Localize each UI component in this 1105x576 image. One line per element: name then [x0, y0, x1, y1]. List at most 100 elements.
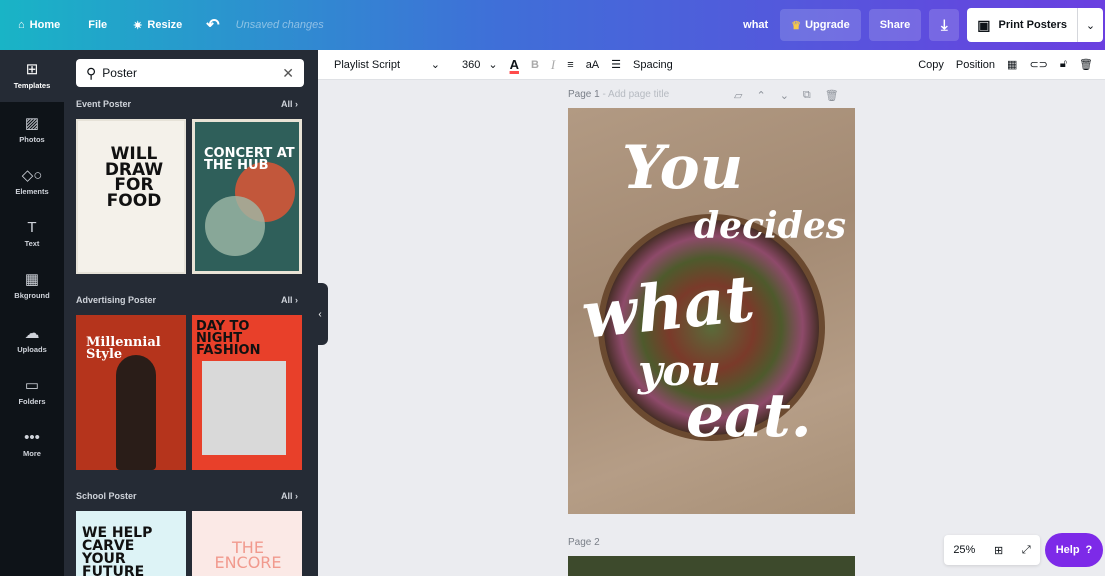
top-bar: ⌂ Home File ✷ Resize ↶ Unsaved changes w… — [0, 0, 1105, 50]
note-icon[interactable]: ▱ — [734, 89, 742, 102]
unsaved-status: Unsaved changes — [235, 19, 324, 31]
uploads-icon: ☁ — [24, 325, 40, 342]
search-box: ⚲ ✕ — [76, 59, 304, 87]
font-family-value: Playlist Script — [334, 58, 401, 71]
rail-item-templates[interactable]: ⊞ Templates — [0, 50, 64, 102]
italic-button[interactable]: I — [545, 50, 561, 79]
link-icon[interactable]: ⊂⊃ — [1023, 50, 1053, 79]
upgrade-label: Upgrade — [805, 19, 850, 31]
help-button[interactable]: Help ? — [1045, 533, 1103, 567]
text-icon: T — [27, 219, 37, 236]
rail-item-elements[interactable]: ◇○ Elements — [0, 156, 64, 208]
chevron-down-icon: ⌄ — [488, 59, 498, 71]
section-event-poster: Event Poster All › — [76, 99, 298, 109]
copy-button[interactable]: Copy — [912, 50, 950, 79]
page-2-label: Page 2 — [568, 537, 600, 548]
zoom-controls: 25% ⊞ ⤢ — [944, 535, 1040, 565]
section-title: School Poster — [76, 491, 137, 501]
bold-button[interactable]: B — [525, 50, 545, 79]
delete-page-icon[interactable]: 🗑︎ — [825, 89, 839, 102]
print-posters-button[interactable]: ▣ Print Posters — [967, 8, 1077, 42]
see-all-link[interactable]: All › — [281, 99, 298, 109]
clear-search-icon[interactable]: ✕ — [282, 65, 294, 82]
page-1-label: Page 1 — [568, 89, 600, 100]
align-icon[interactable]: ≡ — [561, 50, 579, 79]
rail-label: Elements — [15, 187, 49, 196]
rail-item-text[interactable]: T Text — [0, 208, 64, 260]
resize-button[interactable]: ✷ Resize — [127, 0, 188, 50]
chevron-left-icon: ‹ — [318, 308, 322, 320]
zoom-level[interactable]: 25% — [953, 544, 975, 556]
download-icon[interactable]: ⤓ — [929, 9, 960, 41]
search-icon: ⚲ — [86, 64, 97, 81]
fullscreen-icon[interactable]: ⤢ — [1022, 544, 1031, 557]
print-label: Print Posters — [998, 19, 1067, 31]
template-encore[interactable]: THE ENCORE — [192, 511, 302, 576]
poster-text-you[interactable]: You — [622, 138, 743, 198]
share-button[interactable]: Share — [868, 9, 922, 41]
chevron-down-icon[interactable]: ⌄ — [1077, 8, 1103, 42]
template-title: WILL DRAW FOR FOOD — [104, 144, 164, 211]
rail-item-photos[interactable]: ▨ Photos — [0, 104, 64, 156]
rail-item-background[interactable]: ▦ Bkground — [0, 260, 64, 312]
list-icon[interactable]: ☰ — [605, 50, 627, 79]
template-millennial[interactable]: Millennial Style — [76, 315, 186, 470]
poster-text-what[interactable]: what — [579, 261, 759, 354]
section-school-poster: School Poster All › — [76, 491, 298, 501]
home-button[interactable]: ⌂ Home — [12, 0, 66, 50]
more-icon: ••• — [24, 429, 40, 446]
file-menu[interactable]: File — [82, 0, 113, 50]
collapse-panel-handle[interactable]: ‹ — [312, 283, 328, 345]
duplicate-page-icon[interactable]: ⧉ — [803, 89, 811, 102]
upgrade-button[interactable]: ♛ Upgrade — [780, 9, 861, 41]
photo-frame — [202, 361, 286, 455]
template-title: WE HELP CARVE YOUR FUTURE — [82, 525, 153, 576]
page-title-input[interactable]: - Add page title — [602, 89, 669, 100]
position-button[interactable]: Position — [950, 50, 1001, 79]
template-concert[interactable]: CONCERT AT THE HUB — [192, 119, 302, 274]
section-title: Advertising Poster — [76, 295, 157, 305]
chevron-down-icon: ⌄ — [430, 59, 440, 71]
page-2-canvas[interactable] — [568, 556, 855, 576]
transparency-icon[interactable]: ▦ — [1001, 50, 1023, 79]
font-size-value: 360 — [462, 58, 481, 71]
page-1-header: Page 1 - Add page title — [568, 89, 669, 100]
rail-label: Folders — [18, 397, 46, 406]
rail-label: Templates — [13, 81, 51, 90]
letter-case-button[interactable]: aA — [580, 50, 605, 79]
template-we-help[interactable]: WE HELP CARVE YOUR FUTURE — [76, 511, 186, 576]
person-figure — [116, 355, 156, 470]
see-all-link[interactable]: All › — [281, 295, 298, 305]
background-icon: ▦ — [24, 271, 40, 288]
grid-view-icon[interactable]: ⊞ — [994, 544, 1003, 557]
text-color-button[interactable]: A — [504, 50, 525, 79]
template-title: DAY TO NIGHT FASHION — [196, 319, 261, 358]
page-tools: ▱ ⌃ ⌄ ⧉ 🗑︎ — [734, 89, 839, 102]
lock-icon[interactable]: 🔓︎ — [1054, 50, 1073, 79]
chevron-up-icon[interactable]: ⌃ — [756, 89, 765, 102]
photos-icon: ▨ — [24, 115, 40, 132]
help-icon: ? — [1085, 544, 1093, 556]
spacing-button[interactable]: Spacing — [627, 50, 679, 79]
template-title: CONCERT AT THE HUB — [204, 146, 295, 173]
rail-item-more[interactable]: ••• More — [0, 418, 64, 470]
section-title: Event Poster — [76, 99, 132, 109]
chevron-down-icon[interactable]: ⌄ — [780, 89, 789, 102]
template-will-draw[interactable]: WILL DRAW FOR FOOD — [76, 119, 186, 274]
font-size-dropdown[interactable]: 360 ⌄ — [456, 50, 504, 79]
search-input[interactable] — [102, 66, 273, 80]
poster-text-decides[interactable]: decides — [694, 208, 846, 244]
rail-item-uploads[interactable]: ☁ Uploads — [0, 314, 64, 366]
rail-item-folders[interactable]: ▭ Folders — [0, 366, 64, 418]
poster-canvas[interactable]: You decides what you eat. — [568, 108, 855, 514]
font-family-dropdown[interactable]: Playlist Script ⌄ — [328, 50, 446, 79]
see-all-link[interactable]: All › — [281, 491, 298, 501]
delete-icon[interactable]: 🗑︎ — [1073, 50, 1099, 79]
template-day-night[interactable]: DAY TO NIGHT FASHION — [192, 315, 302, 470]
undo-icon[interactable]: ↶ — [200, 0, 225, 50]
poster-text-eat[interactable]: eat. — [686, 386, 812, 446]
help-label: Help — [1055, 544, 1080, 556]
section-advertising-poster: Advertising Poster All › — [76, 295, 298, 305]
design-title[interactable]: what — [743, 19, 768, 31]
home-label: Home — [29, 19, 61, 31]
